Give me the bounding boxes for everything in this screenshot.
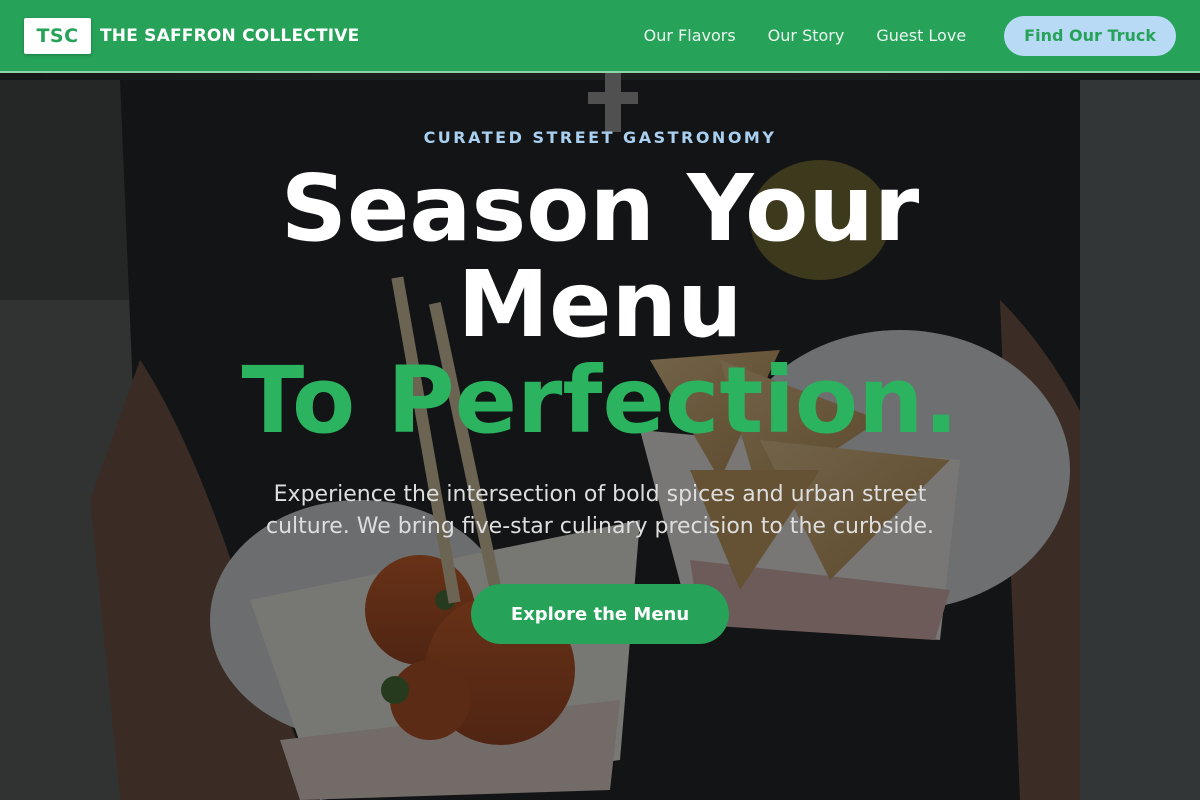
logo-text: TSC xyxy=(36,24,79,47)
headline-accent: To Perfection. xyxy=(241,347,959,454)
nav-link-our-flavors[interactable]: Our Flavors xyxy=(644,26,736,45)
brand-name[interactable]: THE SAFFRON COLLECTIVE xyxy=(100,26,359,46)
explore-menu-button[interactable]: Explore the Menu xyxy=(471,584,729,644)
headline-main: Season Your Menu xyxy=(280,155,920,358)
nav-link-guest-love[interactable]: Guest Love xyxy=(876,26,966,45)
brand-logo[interactable]: TSC xyxy=(24,17,91,54)
hero-headline: Season Your Menu To Perfection. xyxy=(190,161,1010,449)
hero-section: CURATED STREET GASTRONOMY Season Your Me… xyxy=(0,73,1200,644)
main-nav: Our Flavors Our Story Guest Love xyxy=(644,26,967,45)
site-header: TSC THE SAFFRON COLLECTIVE Our Flavors O… xyxy=(0,0,1200,73)
nav-link-our-story[interactable]: Our Story xyxy=(768,26,845,45)
hero-subtext: Experience the intersection of bold spic… xyxy=(265,482,935,539)
hero-eyebrow: CURATED STREET GASTRONOMY xyxy=(423,128,777,147)
find-our-truck-button[interactable]: Find Our Truck xyxy=(1004,15,1176,56)
